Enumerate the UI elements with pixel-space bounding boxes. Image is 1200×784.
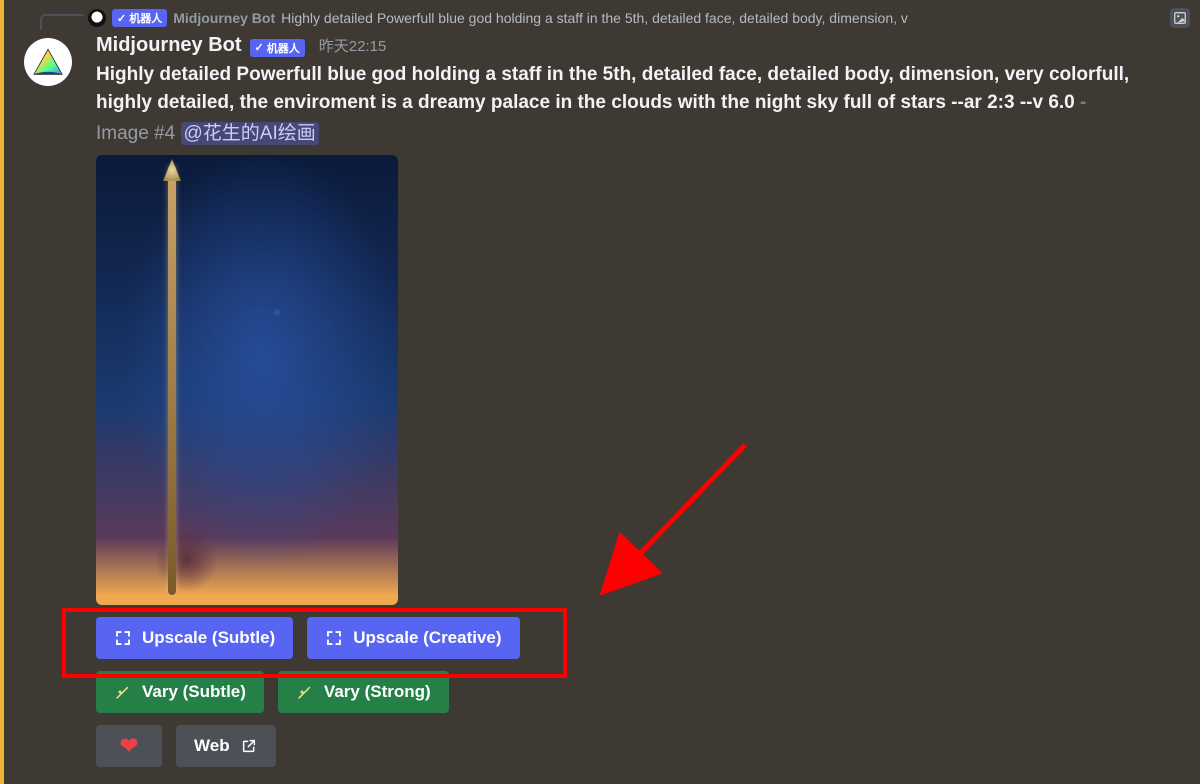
external-link-icon	[240, 737, 258, 755]
bot-tag-label: 机器人	[267, 40, 300, 56]
wand-icon	[296, 683, 314, 701]
bot-tag: ✓ 机器人	[250, 39, 305, 57]
reply-preview[interactable]: ✓ 机器人 Midjourney Bot Highly detailed Pow…	[40, 6, 1190, 30]
heart-icon: ❤	[120, 733, 138, 759]
image-meta: Image #4 @花生的AI绘画	[96, 118, 1176, 145]
button-row-extra: ❤ Web	[96, 725, 1176, 767]
reply-text: Highly detailed Powerfull blue god holdi…	[281, 10, 1164, 26]
verified-check-icon: ✓	[255, 41, 264, 54]
selection-indicator	[0, 0, 4, 784]
upscale-subtle-button[interactable]: Upscale (Subtle)	[96, 617, 293, 659]
web-button[interactable]: Web	[176, 725, 276, 767]
verified-check-icon: ✓	[117, 12, 126, 25]
message-timestamp: 昨天22:15	[319, 35, 387, 56]
vary-subtle-button[interactable]: Vary (Subtle)	[96, 671, 264, 713]
button-label: Upscale (Subtle)	[142, 628, 275, 648]
reply-avatar	[88, 9, 106, 27]
image-attachment-icon	[1170, 8, 1190, 28]
message: Midjourney Bot ✓ 机器人 昨天22:15 Highly deta…	[24, 34, 1176, 767]
reply-spine	[40, 14, 84, 30]
bot-tag-label: 机器人	[129, 10, 162, 26]
expand-icon	[114, 629, 132, 647]
button-row-vary: Vary (Subtle) Vary (Strong)	[96, 671, 1176, 713]
button-label: Vary (Strong)	[324, 682, 431, 702]
button-label: Web	[194, 736, 230, 756]
vary-strong-button[interactable]: Vary (Strong)	[278, 671, 449, 713]
button-label: Upscale (Creative)	[353, 628, 501, 648]
favorite-button[interactable]: ❤	[96, 725, 162, 767]
author-name[interactable]: Midjourney Bot	[96, 34, 242, 57]
button-row-upscale: Upscale (Subtle) Upscale (Creative)	[96, 617, 1176, 659]
message-header: Midjourney Bot ✓ 机器人 昨天22:15	[96, 34, 1176, 57]
button-label: Vary (Subtle)	[142, 682, 246, 702]
author-avatar[interactable]	[24, 38, 72, 86]
image-index: Image #4	[96, 123, 175, 144]
generated-image[interactable]	[96, 155, 398, 605]
user-mention[interactable]: @花生的AI绘画	[181, 122, 319, 145]
upscale-creative-button[interactable]: Upscale (Creative)	[307, 617, 519, 659]
expand-icon	[325, 629, 343, 647]
bot-tag: ✓ 机器人	[112, 9, 167, 27]
wand-icon	[114, 683, 132, 701]
reply-author-name: Midjourney Bot	[173, 10, 275, 26]
prompt-text: Highly detailed Powerfull blue god holdi…	[96, 61, 1176, 116]
